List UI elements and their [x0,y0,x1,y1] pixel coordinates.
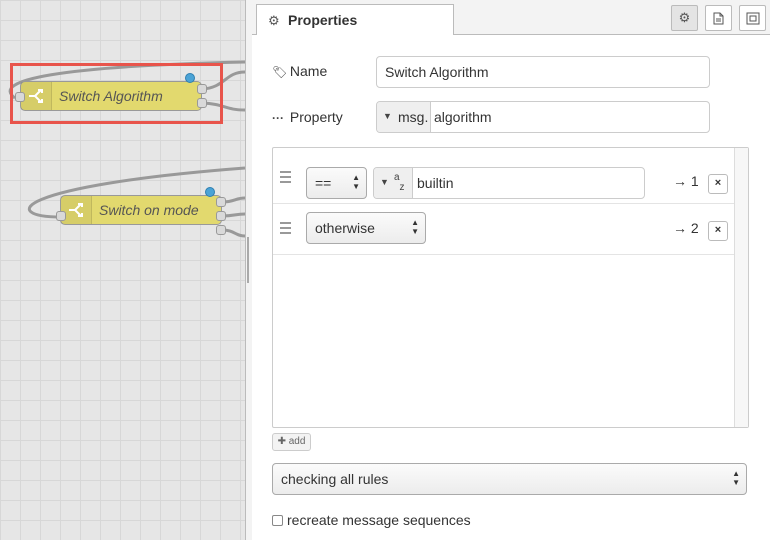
property-typed-input[interactable]: ▼ msg. algorithm [376,101,710,133]
rule-output-label: → 1 [673,173,699,189]
name-input[interactable]: Switch Algorithm [376,56,710,88]
sidebar-tabbar: ⚙ Properties ⚙ [252,0,770,35]
recreate-sequences-checkbox[interactable] [272,515,283,526]
grip-icon [247,237,249,283]
select-arrows-icon: ▲ ▼ [352,173,360,191]
tab-properties[interactable]: ⚙ Properties [256,4,454,35]
value-type-button[interactable]: ▼ a z [374,168,413,198]
select-arrows-icon: ▲ ▼ [732,469,740,487]
checking-mode-select[interactable]: checking all rules ▲ ▼ [272,463,747,495]
flow-workspace[interactable]: Switch Algorithm Switch on mode [0,0,245,540]
node-appearance-button[interactable] [739,5,766,31]
switch-on-mode-node[interactable]: Switch on mode [60,195,222,225]
string-type-icon: a z [394,172,405,193]
rule-output-label: → 2 [673,220,699,236]
add-rule-button[interactable]: ✚ add [272,433,311,451]
tag-icon: 🏷 [272,65,288,79]
property-label: Property [289,109,343,125]
drag-handle-icon[interactable] [280,171,291,186]
name-label: Name [289,63,328,79]
selection-highlight [10,63,223,124]
gear-icon: ⚙ [678,10,691,25]
property-value[interactable]: algorithm [434,109,492,125]
caret-down-icon: ▼ [380,177,389,187]
tab-properties-label: Properties [288,12,358,28]
rule-value[interactable]: builtin [417,175,454,191]
drag-handle-icon[interactable] [280,222,291,237]
recreate-sequences-row[interactable]: recreate message sequences [272,512,471,528]
rule-operator-select[interactable]: otherwise ▲ ▼ [306,212,426,244]
node-output-port-3[interactable] [216,225,226,235]
document-icon [713,12,724,24]
node-output-port-2[interactable] [216,211,226,221]
recreate-sequences-label: recreate message sequences [287,512,471,528]
node-input-port[interactable] [56,211,66,221]
node-properties-button[interactable]: ⚙ [671,5,698,31]
switch-icon [61,196,92,224]
rule-row: otherwise ▲ ▼ → 2 × [273,204,735,255]
node-label: Switch on mode [99,202,199,218]
select-arrows-icon: ▲ ▼ [411,218,419,236]
caret-down-icon: ▼ [383,111,392,121]
node-output-port-1[interactable] [216,197,226,207]
rules-scrollbar[interactable] [734,148,748,427]
changed-indicator [205,187,215,197]
rule-row: == ▲ ▼ ▼ a z builtin → 1 × [273,153,735,204]
node-description-button[interactable] [705,5,732,31]
rules-list[interactable]: == ▲ ▼ ▼ a z builtin → 1 × otherwise ▲ ▼ →… [272,147,749,428]
sidebar-resize-handle[interactable] [245,0,252,540]
rule-operator-select[interactable]: == ▲ ▼ [306,167,367,199]
ellipsis-icon: ··· [272,111,284,125]
rule-value-typed-input[interactable]: ▼ a z builtin [373,167,645,199]
plus-icon: ✚ [277,436,286,447]
gear-icon: ⚙ [268,13,280,28]
property-type-button[interactable]: ▼ msg. [377,102,431,132]
name-label-row: 🏷 Name [272,63,327,79]
delete-rule-button[interactable]: × [708,221,728,241]
delete-rule-button[interactable]: × [708,174,728,194]
frame-icon [746,12,759,24]
properties-panel: ⚙ Properties ⚙ 🏷 Name Switch Algorithm ·… [252,0,770,540]
property-type-label: msg. [398,109,429,125]
property-label-row: ··· Property [272,109,343,125]
